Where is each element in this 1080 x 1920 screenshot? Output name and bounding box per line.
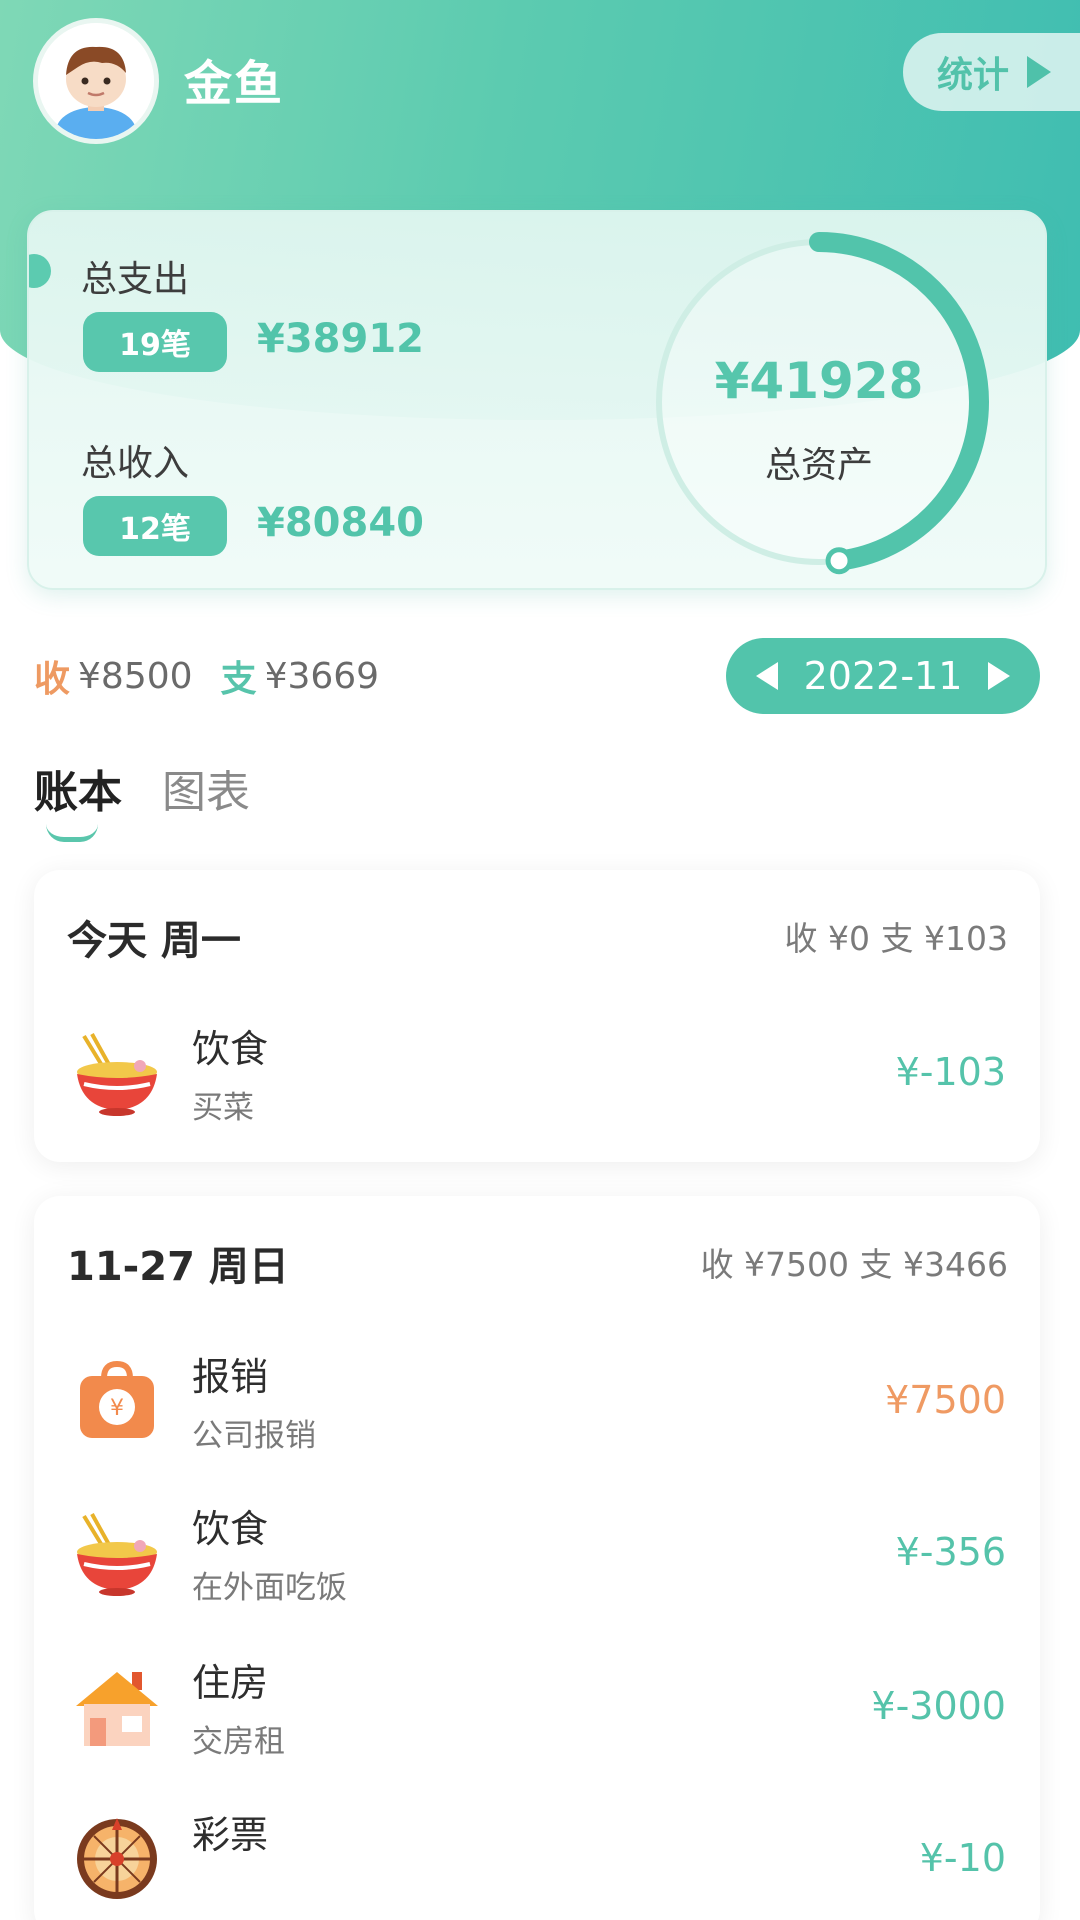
entry-category: 彩票 [192,1813,269,1857]
total-income-amount: ¥80840 [257,500,424,546]
entry-note: 在外面吃饭 [192,1570,347,1606]
list-item[interactable]: ¥ 报销 公司报销 ¥7500 [34,1338,1040,1468]
view-tabs: 账本 图表 [34,756,290,842]
total-assets-label: 总资产 [764,445,873,486]
month-expense-value: ¥3669 [264,655,380,697]
play-arrow-icon [1027,56,1052,88]
total-assets-value: ¥41928 [714,352,924,410]
username: 金鱼 [184,56,285,112]
assets-ring: ¥41928 总资产 [639,222,999,582]
entry-note: 买菜 [192,1090,254,1126]
noodle-bowl-icon [72,1508,162,1598]
active-tab-indicator [46,824,98,842]
avatar[interactable] [33,18,159,144]
month-date-label[interactable]: 2022-11 [804,654,963,698]
svg-text:¥: ¥ [110,1396,124,1421]
entry-amount: ¥-10 [919,1836,1006,1880]
entry-note: 公司报销 [192,1418,316,1454]
tab-chart[interactable]: 图表 [162,756,250,820]
entry-category: 报销 [192,1355,269,1399]
prev-month-icon[interactable] [756,662,778,690]
noodle-bowl-icon [72,1028,162,1118]
total-expense-label: 总支出 [81,259,190,300]
entry-category: 饮食 [192,1027,269,1071]
entry-amount: ¥-3000 [871,1684,1006,1728]
lottery-wheel-icon [72,1814,162,1904]
summary-card: 总支出 19笔 ¥38912 总收入 12笔 ¥80840 ¥41928 总资产 [27,210,1047,590]
stats-button-label: 统计 [937,55,1010,96]
month-expense-tag: 支 [220,659,257,700]
day-summary: 收 ¥0 支 ¥103 [784,919,1008,958]
entry-category: 饮食 [192,1507,269,1551]
day-title: 今天 周一 [67,918,241,964]
day-card-11-27: 11-27 周日 收 ¥7500 支 ¥3466 ¥ 报销 公司报销 ¥7500 [34,1196,1040,1920]
list-item[interactable]: 饮食 在外面吃饭 ¥-356 [34,1490,1040,1620]
ring-end-dot [825,547,853,575]
day-title: 11-27 周日 [67,1244,289,1290]
month-summary: 收 ¥8500 支 ¥3669 [34,650,379,702]
tab-ledger[interactable]: 账本 [34,756,122,842]
month-income-value: ¥8500 [78,655,193,697]
list-item[interactable]: 饮食 买菜 ¥-103 [34,1010,1040,1140]
day-summary: 收 ¥7500 支 ¥3466 [700,1245,1008,1284]
list-item[interactable]: 彩票 ¥-10 [34,1796,1040,1920]
tab-ledger-label: 账本 [34,767,122,818]
next-month-icon[interactable] [988,662,1010,690]
entry-note: 交房租 [192,1724,285,1760]
expense-count-badge: 19笔 [83,312,227,372]
entry-amount: ¥-356 [895,1530,1006,1574]
entry-amount: ¥7500 [885,1378,1006,1422]
house-icon [72,1662,162,1752]
list-item[interactable]: 住房 交房租 ¥-3000 [34,1644,1040,1774]
month-income-tag: 收 [34,659,71,700]
reimburse-bag-icon: ¥ [72,1356,162,1446]
boy-avatar-icon [38,23,154,139]
total-income-label: 总收入 [81,443,190,484]
total-expense-amount: ¥38912 [257,316,424,362]
day-card-today: 今天 周一 收 ¥0 支 ¥103 饮食 买菜 ¥-103 [34,870,1040,1162]
card-accent-dot [29,254,51,288]
stats-button[interactable]: 统计 [903,33,1080,111]
entry-amount: ¥-103 [895,1050,1006,1094]
entry-category: 住房 [192,1661,269,1705]
month-selector: 2022-11 [726,638,1040,714]
income-count-badge: 12笔 [83,496,227,556]
tab-chart-label: 图表 [162,767,250,818]
